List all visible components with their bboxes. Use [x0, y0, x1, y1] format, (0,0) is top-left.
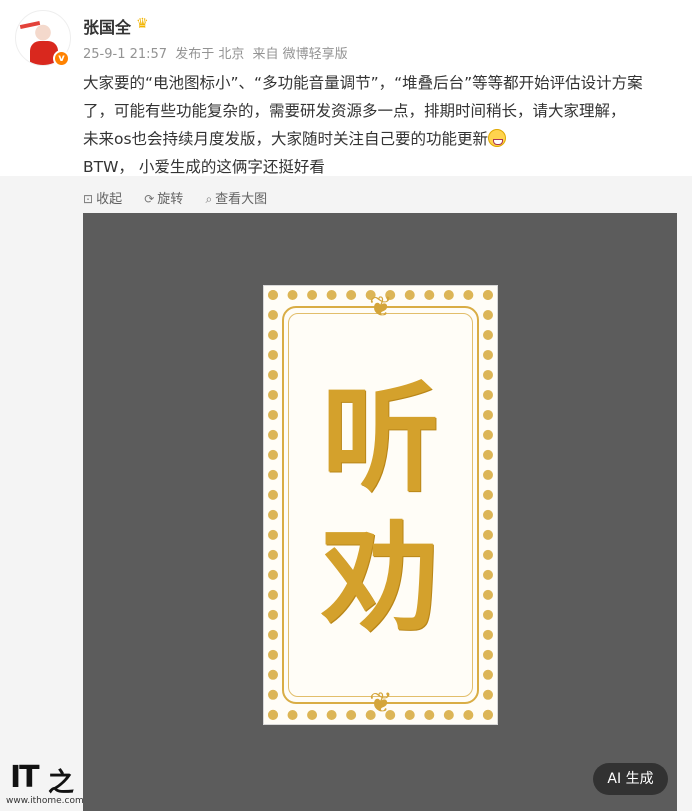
- post-line-1: 大家要的“电池图标小”、“多功能音量调节”，“堆叠后台”等等都开始评估设计方案: [83, 74, 643, 92]
- rotate-button[interactable]: ⟳ 旋转: [144, 188, 183, 207]
- top-ornament-icon: ❦: [369, 290, 393, 323]
- watermark-logo-glyph: 之: [48, 768, 75, 798]
- collapse-icon: ⊡: [83, 192, 94, 206]
- crown-icon: ♛: [136, 16, 149, 32]
- magnifier-icon: ⌕: [205, 192, 213, 206]
- watermark-url: www.ithome.com: [6, 796, 84, 806]
- post-text: 大家要的“电池图标小”、“多功能音量调节”，“堆叠后台”等等都开始评估设计方案 …: [83, 69, 683, 181]
- verified-badge-icon: v: [53, 50, 70, 67]
- post-header: v 张国全 ♛ 25-9-1 21:57 发布于 北京 来自 微博轻享版: [0, 0, 692, 74]
- post-line-3: 未来os也会持续月度发版，大家随时关注自己要的功能更新: [83, 125, 683, 153]
- image-toolbar: ⊡ 收起 ⟳ 旋转 ⌕ 查看大图: [83, 188, 285, 207]
- ithome-watermark: IT 之 www.ithome.com: [6, 760, 84, 810]
- post-source[interactable]: 来自 微博轻享版: [252, 47, 347, 62]
- post-location: 发布于 北京: [175, 47, 245, 62]
- ai-generated-badge: AI 生成: [593, 763, 668, 795]
- post-meta: 25-9-1 21:57 发布于 北京 来自 微博轻享版: [83, 43, 352, 62]
- post-image[interactable]: ❦ ❦ 听 劝: [83, 213, 677, 811]
- calligraphy-card: ❦ ❦ 听 劝: [263, 285, 498, 725]
- post-time[interactable]: 25-9-1 21:57: [83, 47, 167, 62]
- post-line-2: 了，可能有些功能复杂的，需要研发资源多一点，排期时间稍长，请大家理解，: [83, 102, 626, 120]
- calligraphy-char-2: 劝: [321, 509, 440, 648]
- collapse-button[interactable]: ⊡ 收起: [83, 188, 122, 207]
- username[interactable]: 张国全: [83, 14, 131, 38]
- grin-emoji-icon: [488, 129, 507, 147]
- rotate-icon: ⟳: [144, 192, 155, 206]
- bottom-ornament-icon: ❦: [369, 686, 393, 719]
- view-large-button[interactable]: ⌕ 查看大图: [205, 188, 267, 207]
- calligraphy-char-1: 听: [321, 369, 440, 508]
- watermark-logo-mark: IT: [10, 760, 40, 795]
- avatar-flag: [19, 20, 41, 30]
